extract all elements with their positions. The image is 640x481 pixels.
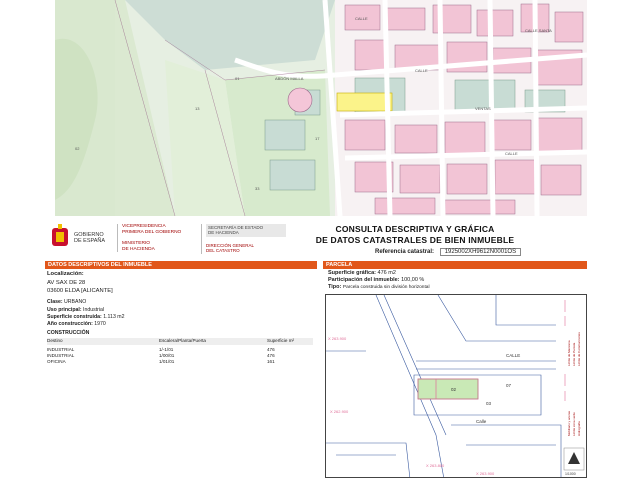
participacion-label: Participación del inmueble:: [328, 277, 400, 283]
col-superficie: Superficie m²: [267, 338, 295, 343]
map-street-label: VENTAS: [475, 106, 491, 111]
plan-coordinate: X 262.900: [330, 409, 349, 414]
reference-value: 1925002XH9612N0001OS: [439, 248, 522, 256]
tipo-label: Tipo:: [328, 284, 342, 290]
cell-destino: INDUSTRIAL: [47, 347, 75, 352]
section-bar-datos: DATOS DESCRIPTIVOS DEL INMUEBLE: [45, 261, 317, 269]
tipo-value: Parcela construida sin división horizont…: [342, 285, 430, 290]
map-parcel-number: 13: [195, 106, 200, 111]
superficie-value: 1.113 m2: [103, 314, 125, 320]
legend-item: Límite de Manzana: [567, 340, 571, 366]
map-parcel-number: 01: [235, 76, 240, 81]
address-line: 03600 ELDA [ALICANTE]: [47, 288, 113, 294]
col-escalera: Escalera/Planta/Puerta: [159, 338, 206, 343]
uso-value: Industrial: [83, 307, 105, 313]
map-street-label: CALLE: [355, 16, 368, 21]
reference-label: Referencia catastral:: [375, 249, 435, 255]
legend-item: Límite de Construcciones: [577, 332, 581, 366]
plan-parcel-number: 02: [451, 387, 457, 392]
title-line: CONSULTA DESCRIPTIVA Y GRÁFICA: [335, 224, 495, 234]
reference-line: Referencia catastral: 1925002XH9612N0001…: [375, 248, 522, 256]
cell-escalera: 1/00/01: [159, 353, 175, 358]
anio-label: Año construcción:: [47, 321, 93, 327]
logo-text: DE ESPAÑA: [74, 238, 106, 244]
plan-parcel-number: 07: [506, 383, 512, 388]
map-parcel-number: 17: [315, 136, 320, 141]
secretaria-line: DEL CATASTRO: [206, 248, 240, 254]
col-destino: Destino: [47, 338, 63, 343]
cell-destino: INDUSTRIAL: [47, 353, 75, 358]
map-street-label: CALLE SANTA: [525, 28, 552, 33]
parcel-plan-svg: X 263.900 X 262.900 X 263.800 X 263.900 …: [326, 295, 586, 477]
plan-coordinate: X 263.900: [328, 336, 347, 341]
map-parcel-number: 33: [255, 186, 260, 191]
scale-label: 1/1000: [565, 472, 576, 476]
secretaria-block: SECRETARÍA DE ESTADO DE HACIENDA DIRECCI…: [201, 224, 286, 254]
cell-superficie: 161: [267, 359, 275, 364]
secretaria-line: DIRECCIÓN GENERAL: [206, 242, 255, 248]
ministry-block: VICEPRESIDENCIA PRIMERA DEL GOBIERNO MIN…: [117, 224, 200, 253]
superficie-label: Superficie construida:: [47, 314, 102, 320]
ministry-line: DE HACIENDA: [122, 246, 155, 252]
plan-coordinate: X 263.900: [476, 471, 495, 476]
superficie-grafica-label: Superficie gráfica:: [328, 270, 376, 276]
cell-superficie: 476: [267, 347, 275, 352]
ministry-line: PRIMERA DEL GOBIERNO: [122, 229, 182, 235]
legend-item: Hidrografía: [577, 421, 581, 436]
cadastral-map-svg: ABDÓN MALLA CALLE CALLE VENTAS CALLE CAL…: [55, 0, 587, 216]
document-title: CONSULTA DESCRIPTIVA Y GRÁFICA DE DATOS …: [295, 224, 535, 245]
localizacion-label: Localización:: [47, 271, 84, 277]
clase-label: Clase:: [47, 299, 63, 305]
participacion-value: 100,00 %: [401, 277, 425, 283]
table-row: OFICINA 1/01/01 161: [47, 359, 313, 365]
legend-svg: Límite de Manzana Límite de Parcela Lími…: [562, 296, 586, 476]
document-header: GOBIERNO DE ESPAÑA VICEPRESIDENCIA PRIME…: [45, 218, 587, 258]
legend-item: Límite de Parcela: [572, 342, 576, 366]
legend-item: Límite zona verde: [572, 412, 576, 436]
map-street-label: CALLE: [505, 151, 518, 156]
superficie-grafica-value: 476 m2: [377, 270, 396, 276]
map-street-label: ABDÓN MALLA: [275, 76, 304, 81]
address-line: AV SAX DE 28: [47, 280, 86, 286]
secretaria-line: SECRETARÍA DE ESTADO: [208, 225, 264, 230]
plan-legend: Límite de Manzana Límite de Parcela Lími…: [562, 296, 586, 476]
construccion-title: CONSTRUCCIÓN: [47, 330, 90, 336]
map-street-label: CALLE: [415, 68, 428, 73]
map-parcel-number: 02: [75, 146, 80, 151]
plan-street-label: CALLE: [506, 353, 520, 358]
cell-destino: OFICINA: [47, 359, 66, 364]
cell-superficie: 476: [267, 353, 275, 358]
title-line: DE DATOS CATASTRALES DE BIEN INMUEBLE: [315, 234, 515, 245]
secretaria-line: DE HACIENDA: [208, 230, 239, 236]
cadastral-map[interactable]: ABDÓN MALLA CALLE CALLE VENTAS CALLE CAL…: [55, 0, 587, 216]
plan-street-label: Calle: [476, 419, 487, 424]
legend-item: Mobiliario y aceras: [567, 410, 571, 436]
construccion-table-header: Destino Escalera/Planta/Puerta Superfici…: [47, 338, 313, 345]
coat-of-arms-icon: [52, 224, 68, 246]
gobierno-logo: GOBIERNO DE ESPAÑA: [50, 224, 112, 250]
anio-value: 1970: [94, 321, 106, 327]
parcel-plan[interactable]: X 263.900 X 262.900 X 263.800 X 263.900 …: [325, 294, 587, 478]
cell-escalera: 1/01/01: [159, 359, 175, 364]
cell-escalera: 1/-1/01: [159, 347, 174, 352]
uso-label: Uso principal:: [47, 307, 82, 313]
clase-value: URBANO: [64, 299, 87, 305]
section-bar-parcela: PARCELA: [323, 261, 587, 269]
plan-parcel-number: 03: [486, 401, 492, 406]
plan-coordinate: X 263.800: [426, 463, 445, 468]
